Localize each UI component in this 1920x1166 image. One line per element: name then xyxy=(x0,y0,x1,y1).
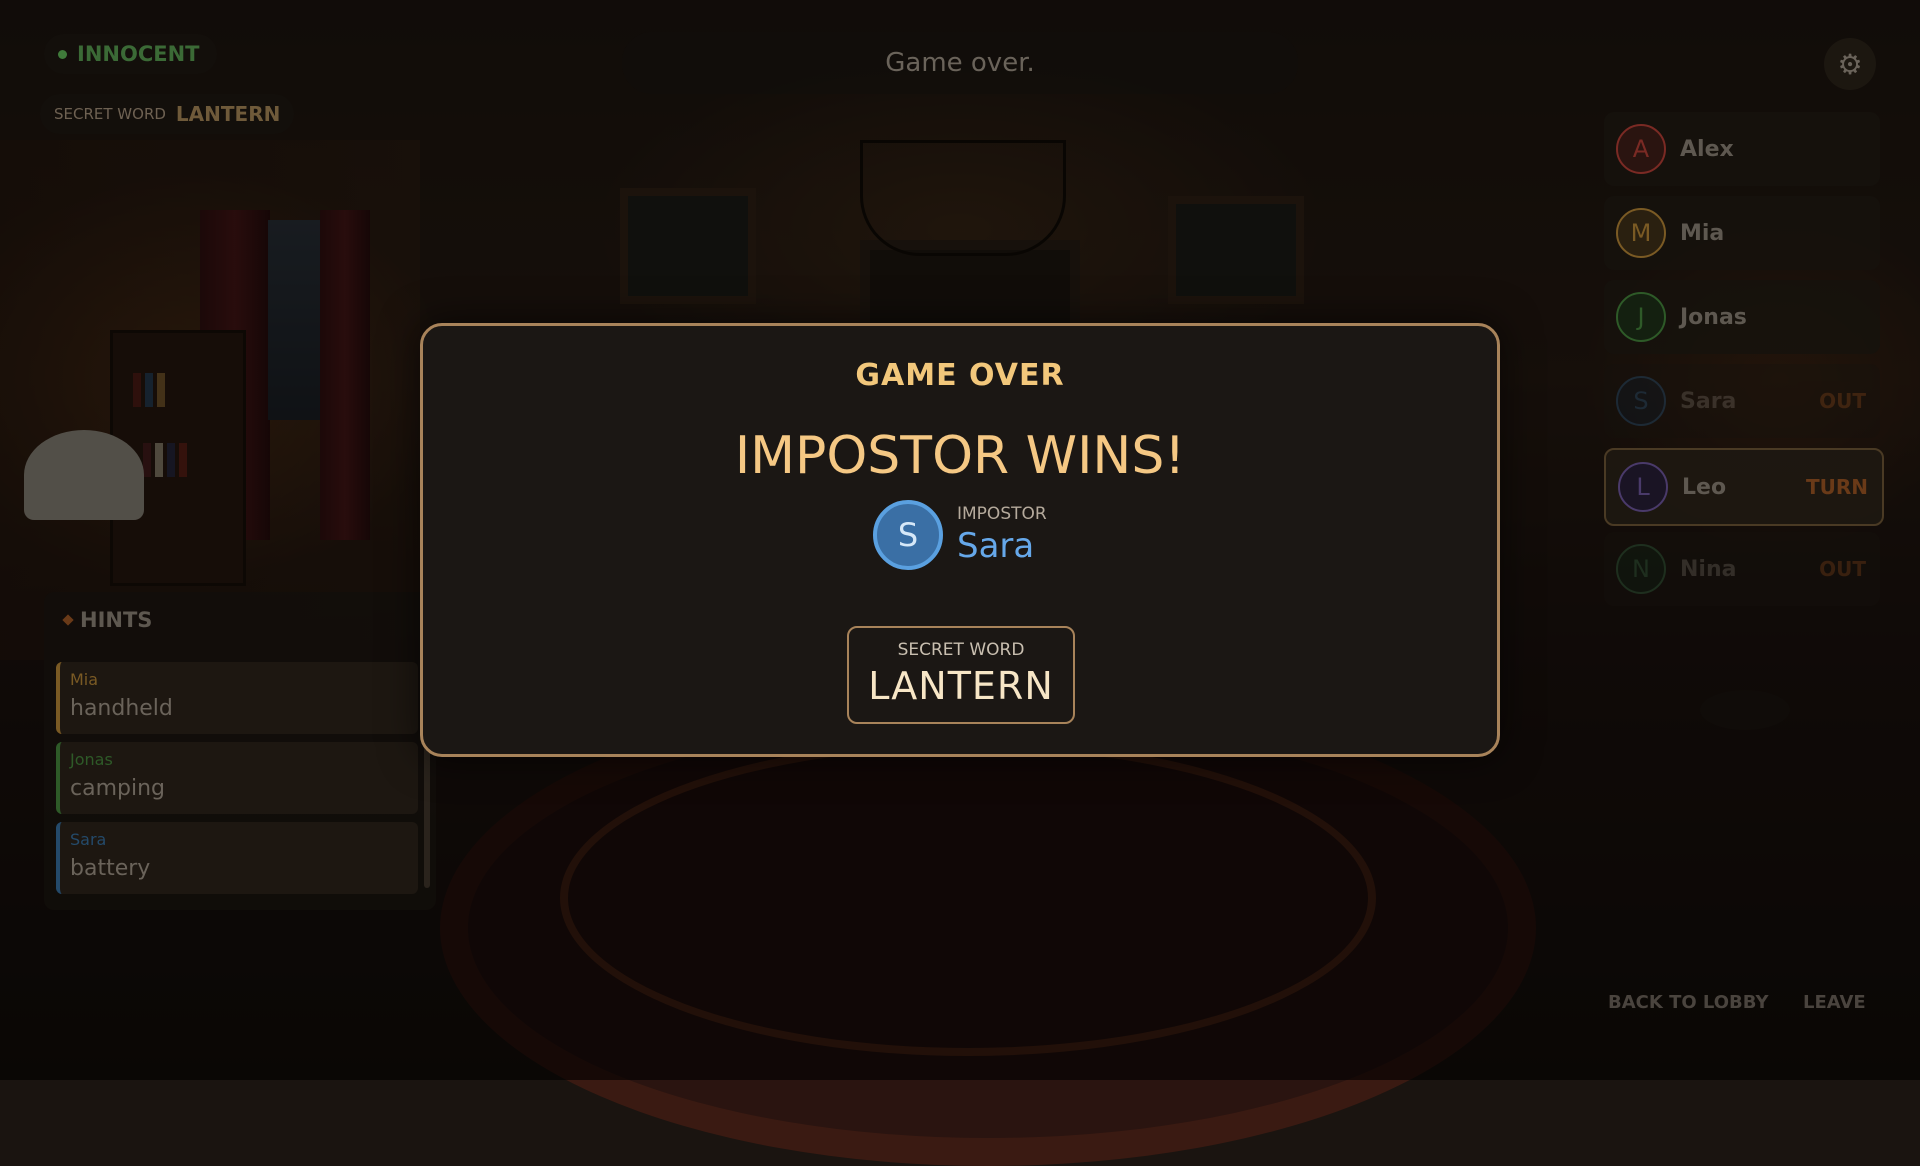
player-avatar: N xyxy=(1616,544,1666,594)
impostor-reveal: S IMPOSTOR Sara xyxy=(873,500,1047,570)
gear-icon: ⚙ xyxy=(1837,47,1863,81)
game-over-modal: GAME OVER IMPOSTOR WINS! S IMPOSTOR Sara… xyxy=(420,323,1500,757)
player-card: S Sara OUT xyxy=(1604,364,1880,438)
player-card: N Nina OUT xyxy=(1604,532,1880,606)
player-card: A Alex xyxy=(1604,112,1880,186)
player-name: Mia xyxy=(1680,220,1725,246)
leave-button[interactable]: LEAVE xyxy=(1803,992,1866,1013)
hint-item: Mia handheld xyxy=(56,662,418,734)
player-avatar: L xyxy=(1618,462,1668,512)
hints-dot-icon xyxy=(62,614,74,626)
hints-header: HINTS xyxy=(62,608,153,632)
player-avatar: M xyxy=(1616,208,1666,258)
hint-word: battery xyxy=(70,856,151,881)
secret-word-reveal-label: SECRET WORD xyxy=(897,640,1025,660)
impostor-name: Sara xyxy=(957,526,1035,566)
impostor-label: IMPOSTOR xyxy=(957,504,1047,524)
secret-word-reveal-value: LANTERN xyxy=(868,664,1054,708)
hints-panel: HINTS Mia handheld Jonas camping Sara ba… xyxy=(44,592,436,910)
player-tag: OUT xyxy=(1819,557,1866,581)
impostor-info: IMPOSTOR Sara xyxy=(957,504,1047,566)
secret-word-reveal: SECRET WORD LANTERN xyxy=(847,626,1075,724)
player-name: Nina xyxy=(1680,556,1737,582)
result-headline: IMPOSTOR WINS! xyxy=(734,426,1186,486)
role-text: INNOCENT xyxy=(77,42,200,66)
player-name: Alex xyxy=(1680,136,1734,162)
status-text: Game over. xyxy=(885,48,1035,78)
role-badge: INNOCENT xyxy=(44,34,218,74)
player-name: Sara xyxy=(1680,388,1737,414)
player-avatar: A xyxy=(1616,124,1666,174)
role-dot-icon xyxy=(58,49,67,59)
hints-title: HINTS xyxy=(80,608,153,632)
hint-player: Sara xyxy=(70,830,107,849)
secret-word-label: SECRET WORD xyxy=(54,105,166,123)
hint-item: Sara battery xyxy=(56,822,418,894)
player-name: Jonas xyxy=(1680,304,1747,330)
hint-word: camping xyxy=(70,776,165,801)
secret-word-badge: SECRET WORD LANTERN xyxy=(40,94,295,134)
settings-button[interactable]: ⚙ xyxy=(1824,38,1876,90)
hint-item: Jonas camping xyxy=(56,742,418,814)
player-card: L Leo TURN xyxy=(1604,448,1884,526)
hint-player: Mia xyxy=(70,670,99,689)
player-tag: OUT xyxy=(1819,389,1866,413)
back-to-lobby-button[interactable]: BACK TO LOBBY xyxy=(1608,992,1769,1013)
status-bar: Game over. xyxy=(622,32,1298,94)
modal-title: GAME OVER xyxy=(855,358,1065,393)
player-avatar: J xyxy=(1616,292,1666,342)
secret-word-value: LANTERN xyxy=(175,102,281,126)
hint-word: handheld xyxy=(70,696,173,721)
player-card: M Mia xyxy=(1604,196,1880,270)
player-name: Leo xyxy=(1682,474,1727,500)
player-card: J Jonas xyxy=(1604,280,1880,354)
impostor-avatar: S xyxy=(873,500,943,570)
player-avatar: S xyxy=(1616,376,1666,426)
hint-player: Jonas xyxy=(70,750,113,769)
player-tag: TURN xyxy=(1805,475,1868,499)
